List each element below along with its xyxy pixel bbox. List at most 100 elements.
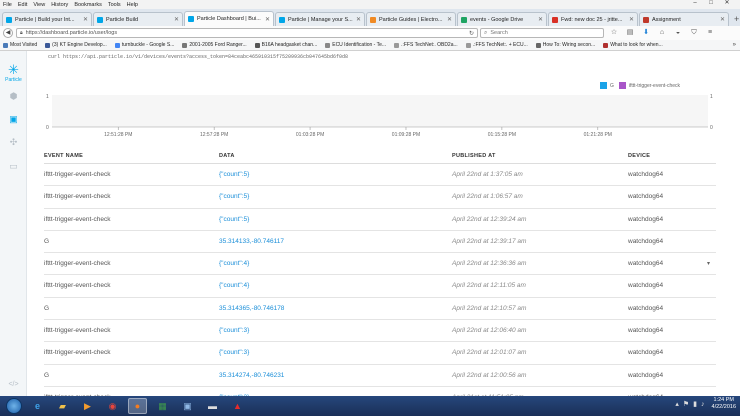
y-right-tick-bottom: 0 — [710, 125, 713, 131]
tab-close-icon[interactable]: ✕ — [538, 16, 543, 23]
bookmark-item[interactable]: .:FFS TechNet:. + ECU... — [465, 42, 528, 48]
search-input[interactable] — [490, 30, 591, 36]
maximize-icon[interactable]: □ — [706, 0, 716, 7]
new-tab-button[interactable]: + — [734, 12, 739, 26]
table-row[interactable]: ifttt-trigger-event-check {"count":5} Apri… — [44, 186, 716, 209]
expand-caret-icon[interactable]: ▾ — [707, 260, 710, 267]
browser-tab[interactable]: Particle Build ✕ — [93, 12, 183, 26]
bookmark-item[interactable]: How To: Wiring secon... — [535, 42, 595, 48]
browser-tab[interactable]: Assignment ✕ — [639, 12, 729, 26]
download-icon[interactable]: ⬇ — [640, 28, 652, 38]
internet-explorer-icon[interactable]: e — [28, 398, 47, 414]
cell-data[interactable]: {"count":5} — [219, 171, 249, 178]
home-icon[interactable]: ⌂ — [656, 28, 668, 38]
firefox-icon[interactable]: ● — [128, 398, 147, 414]
billing-icon[interactable]: ▭ — [7, 161, 20, 172]
cell-event-name: ifttt-trigger-event-check — [44, 171, 111, 178]
browser-tab[interactable]: events - Google Drive ✕ — [457, 12, 547, 26]
bookmarks-overflow-icon[interactable]: » — [733, 42, 736, 48]
network-icon[interactable]: ▮ — [693, 400, 697, 408]
star-icon[interactable]: ☆ — [608, 28, 620, 38]
table-row[interactable]: ifttt-trigger-event-check {"count":4} Apri… — [44, 275, 716, 298]
devices-icon[interactable]: ⬢ — [7, 91, 20, 102]
tab-close-icon[interactable]: ✕ — [720, 16, 725, 23]
acrobat-icon[interactable]: ▲ — [228, 398, 247, 414]
bookmark-item[interactable]: B16A headgasket chan... — [254, 42, 317, 48]
search-box[interactable]: ⌕ — [480, 28, 604, 38]
table-row[interactable]: ifttt-trigger-event-check {"count":4} Apri… — [44, 253, 716, 276]
cell-data[interactable]: {"count":4} — [219, 282, 249, 289]
cell-data[interactable]: {"count":5} — [219, 216, 249, 223]
bookmark-item[interactable]: turnbuckle - Google S... — [114, 42, 174, 48]
media-player-icon[interactable]: ▶ — [78, 398, 97, 414]
bookmark-item[interactable]: (3) KT Engine Develop... — [45, 42, 107, 48]
menu-edit[interactable]: Edit — [18, 2, 27, 8]
back-button[interactable]: ◀ — [3, 28, 13, 38]
bookmarks-bar: Most Visited (3) KT Engine Develop... tu… — [0, 40, 740, 51]
menu-bookmarks[interactable]: Bookmarks — [74, 2, 102, 8]
code-icon[interactable]: </> — [7, 379, 20, 390]
cell-data[interactable]: {"count":3} — [219, 327, 249, 334]
excel-icon[interactable]: ▦ — [153, 398, 172, 414]
table-row[interactable]: ifttt-trigger-event-check {"count":5} Apri… — [44, 209, 716, 231]
system-clock[interactable]: 1:24 PM 4/22/2016 — [712, 397, 736, 411]
tab-close-icon[interactable]: ✕ — [447, 16, 452, 23]
command-prompt-icon[interactable]: ▬ — [203, 398, 222, 414]
table-row[interactable]: ifttt-trigger-event-check {"count":3} Apri… — [44, 320, 716, 343]
cell-data[interactable]: 35.314133,-80.746117 — [219, 238, 284, 245]
particle-logo[interactable]: ✳ Particle — [4, 63, 23, 83]
bookmark-item[interactable]: .:FFS TechNet:. OBD2a... — [394, 42, 458, 48]
cell-data[interactable]: {"count":5} — [219, 193, 249, 200]
header-event-name: EVENT NAME — [44, 153, 84, 159]
browser-tab[interactable]: Particle | Build your Int... ✕ — [2, 12, 92, 26]
bookmark-item[interactable]: 2001-2005 Ford Ranger... — [182, 42, 247, 48]
tab-close-icon[interactable]: ✕ — [629, 16, 634, 23]
menu-history[interactable]: History — [51, 2, 68, 8]
menu-view[interactable]: View — [33, 2, 45, 8]
shield-icon[interactable]: ⛉ — [688, 28, 700, 38]
cell-data[interactable]: {"count":4} — [219, 260, 249, 267]
menu-icon[interactable]: ≡ — [704, 28, 716, 38]
menu-file[interactable]: File — [3, 2, 12, 8]
browser-tab[interactable]: Fwd: new doc 25 - jritte... ✕ — [548, 12, 638, 26]
file-explorer-icon[interactable]: ▰ — [53, 398, 72, 414]
cell-data[interactable]: 35.314365,-80.746178 — [219, 305, 284, 312]
tab-favicon-icon — [97, 16, 103, 23]
pocket-icon[interactable]: ◒ — [672, 28, 684, 38]
tab-close-icon[interactable]: ✕ — [174, 16, 179, 23]
menu-help[interactable]: Help — [127, 2, 138, 8]
bookmark-icon — [182, 42, 188, 48]
bookmark-item[interactable]: ECU Identification - Te... — [325, 42, 386, 48]
close-icon[interactable]: ✕ — [722, 0, 732, 7]
start-button[interactable] — [6, 398, 22, 414]
console-icon[interactable]: ▣ — [7, 114, 20, 125]
bookmark-item[interactable]: What to look for when... — [603, 42, 663, 48]
minimize-icon[interactable]: – — [690, 0, 700, 7]
cell-data[interactable]: {"count":3} — [219, 349, 249, 356]
tab-close-icon[interactable]: ✕ — [356, 16, 361, 23]
cell-data[interactable]: 35.314274,-80.746231 — [219, 372, 284, 379]
table-row[interactable]: G 35.314274,-80.746231 April 22nd at 12:00… — [44, 365, 716, 387]
reading-list-icon[interactable]: ▤ — [624, 28, 636, 38]
tab-label: Particle Dashboard | Bui... — [197, 16, 261, 22]
chrome-icon[interactable]: ◉ — [103, 398, 122, 414]
bookmark-item[interactable]: Most Visited — [3, 42, 37, 48]
table-row[interactable]: G 35.314133,-80.746117 April 22nd at 12:39… — [44, 231, 716, 254]
tab-close-icon[interactable]: ✕ — [265, 16, 270, 23]
browser-tab[interactable]: Particle | Manage your S... ✕ — [275, 12, 365, 26]
browser-tab-active[interactable]: Particle Dashboard | Bui... ✕ — [184, 11, 274, 26]
reload-icon[interactable]: ↻ — [469, 30, 474, 37]
tray-expand-icon[interactable]: ▴ — [675, 400, 679, 408]
cell-published-at: April 22nd at 12:39:24 am — [452, 215, 527, 223]
table-row[interactable]: ifttt-trigger-event-check {"count":3} Apri… — [44, 342, 716, 365]
volume-icon[interactable]: ♪ — [701, 401, 705, 408]
menu-tools[interactable]: Tools — [108, 2, 121, 8]
remote-desktop-icon[interactable]: ▣ — [178, 398, 197, 414]
browser-tab[interactable]: Particle Guides | Electro... ✕ — [366, 12, 456, 26]
table-row[interactable]: G 35.314365,-80.746178 April 22nd at 12:10… — [44, 298, 716, 321]
table-row[interactable]: ifttt-trigger-event-check {"count":5} Apri… — [44, 164, 716, 187]
flag-icon[interactable]: ⚑ — [683, 400, 689, 408]
tab-close-icon[interactable]: ✕ — [83, 16, 88, 23]
integrations-icon[interactable]: ✣ — [7, 137, 20, 148]
url-bar[interactable]: 🔒︎ https://dashboard.particle.io/user/lo… — [16, 28, 478, 38]
